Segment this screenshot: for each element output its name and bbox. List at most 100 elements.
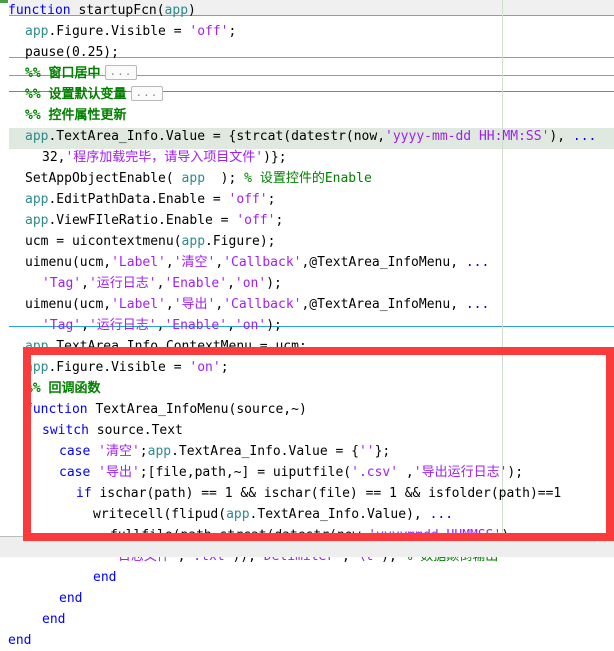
code-line-text: end: [0, 588, 82, 609]
code-line-text: app.TextArea_Info.Value = {strcat(datest…: [0, 126, 596, 147]
code-line[interactable]: 'Tag','运行日志','Enable','on');: [0, 273, 614, 294]
token-plain: );: [205, 171, 245, 186]
code-line[interactable]: ucm = uicontextmenu(app.Figure);: [0, 231, 614, 252]
code-line[interactable]: app.Figure.Visible = 'on';: [0, 357, 614, 378]
token-plain: ucm = uicontextmenu(: [25, 234, 182, 249]
matlab-code-editor[interactable]: function startupFcn(app) app.Figure.Visib…: [0, 0, 614, 648]
token-plain: ,: [227, 318, 235, 333]
token-str: 'Enable': [164, 318, 228, 333]
code-line[interactable]: switch source.Text: [0, 420, 614, 441]
code-line[interactable]: function TextArea_InfoMenu(source,~): [0, 399, 614, 420]
code-line[interactable]: SetAppObjectEnable( app ); % 设置控件的Enable: [0, 168, 614, 189]
code-line[interactable]: app.TextArea_Info.ContextMenu = ucm;: [0, 336, 614, 357]
code-line-text: end: [0, 609, 65, 630]
token-plain: };: [374, 444, 391, 459]
token-plain: ;: [275, 213, 284, 228]
token-plain: ,: [81, 318, 89, 333]
token-plain: .EditPathData.Enable =: [48, 192, 229, 207]
token-plain: ;: [220, 360, 229, 375]
token-prop: app: [147, 444, 172, 459]
token-str: '清空': [173, 255, 216, 270]
token-plain: ;: [139, 444, 148, 459]
token-str: '': [358, 444, 375, 459]
code-lines[interactable]: function startupFcn(app) app.Figure.Visib…: [0, 0, 614, 648]
token-kw: end: [93, 570, 117, 585]
token-plain: ;[file,path,~] = uiputfile(: [139, 465, 352, 480]
token-str: 'off': [228, 192, 268, 207]
token-str: 'Label': [111, 255, 166, 270]
code-line[interactable]: case '清空';app.TextArea_Info.Value = {''}…: [0, 441, 614, 462]
code-line-text: uimenu(ucm,'Label','导出','Callback',@Text…: [0, 294, 489, 315]
token-plain: ,: [81, 276, 89, 291]
token-plain: 32,: [42, 150, 66, 165]
token-kw: function: [8, 3, 71, 18]
token-plain: writecell(flipud(: [93, 507, 227, 522]
token-prop: app: [181, 234, 206, 249]
code-line[interactable]: %% 回调函数: [0, 378, 614, 399]
code-line[interactable]: uimenu(ucm,'Label','清空','Callback',@Text…: [0, 252, 614, 273]
token-plain: )};: [263, 150, 287, 165]
code-line[interactable]: app.Figure.Visible = 'off';: [0, 21, 614, 42]
code-line-text: 32,'程序加载完毕，请导入项目文件')};: [0, 147, 287, 168]
code-line[interactable]: %% 窗口居中...: [0, 63, 614, 84]
token-str: 'on': [234, 318, 267, 333]
token-str: 'Callback': [223, 255, 302, 270]
code-line-text: function TextArea_InfoMenu(source,~): [0, 399, 307, 420]
code-fold-token[interactable]: ...: [104, 65, 138, 80]
token-str: 'Callback': [223, 297, 302, 312]
code-line[interactable]: %% 控件属性更新: [0, 105, 614, 126]
code-line-text: %% 回调函数: [0, 378, 101, 399]
code-line[interactable]: app.TextArea_Info.Value = {strcat(datest…: [0, 126, 614, 147]
token-plain: .Figure);: [205, 234, 276, 249]
token-sect: 控件属性更新: [48, 108, 127, 123]
token-prop: app: [25, 24, 49, 39]
code-line[interactable]: app.ViewFIleRatio.Enable = 'off';: [0, 210, 614, 231]
code-line[interactable]: 32,'程序加载完毕，请导入项目文件')};: [0, 147, 614, 168]
token-plain: .TextArea_Info.Value = {strcat(datestr(n…: [48, 129, 386, 144]
code-line-text: app.Figure.Visible = 'on';: [0, 357, 229, 378]
token-plain: ;: [228, 24, 237, 39]
token-plain: .TextArea_Info.ContextMenu = ucm;: [48, 339, 307, 354]
token-plain: TextArea_InfoMenu(source,~): [87, 402, 307, 417]
token-kw: switch: [42, 423, 89, 438]
code-line-text: end: [0, 630, 31, 651]
token-prop: app: [164, 3, 189, 18]
token-cont: ...: [429, 507, 454, 522]
code-line[interactable]: writecell(flipud(app.TextArea_Info.Value…: [0, 504, 614, 525]
code-line-text: %% 窗口居中...: [0, 63, 138, 84]
token-sect: 回调函数: [48, 381, 101, 396]
token-plain: .Figure.Visible =: [48, 360, 190, 375]
code-line[interactable]: 'Tag','运行日志','Enable','on');: [0, 315, 614, 336]
code-fold-token[interactable]: ...: [130, 86, 164, 101]
code-line-text: %% 设置默认变量...: [0, 84, 164, 105]
code-line[interactable]: end: [0, 630, 614, 651]
code-line[interactable]: uimenu(ucm,'Label','导出','Callback',@Text…: [0, 294, 614, 315]
token-str: 'off': [236, 213, 276, 228]
code-line[interactable]: %% 设置默认变量...: [0, 84, 614, 105]
token-plain: ,: [398, 465, 414, 480]
code-line[interactable]: case '导出';[file,path,~] = uiputfile('.cs…: [0, 462, 614, 483]
code-line-text: app.TextArea_Info.ContextMenu = ucm;: [0, 336, 307, 357]
code-line-text: writecell(flipud(app.TextArea_Info.Value…: [0, 504, 453, 525]
code-line[interactable]: if ischar(path) == 1 && ischar(file) == …: [0, 483, 614, 504]
code-line-text: end: [0, 567, 116, 588]
code-line[interactable]: pause(0.25);: [0, 42, 614, 63]
code-line[interactable]: function startupFcn(app): [0, 0, 614, 21]
token-plain: .ViewFIleRatio.Enable =: [48, 213, 237, 228]
code-line[interactable]: end: [0, 588, 614, 609]
code-line-text: SetAppObjectEnable( app ); % 设置控件的Enable: [0, 168, 372, 189]
token-str: '导出': [173, 297, 216, 312]
token-plain: .TextArea_Info.Value),: [249, 507, 430, 522]
token-plain: ;: [267, 192, 276, 207]
token-plain: uimenu(ucm,: [25, 297, 112, 312]
code-line[interactable]: end: [0, 567, 614, 588]
code-line[interactable]: end: [0, 609, 614, 630]
token-str: '运行日志': [88, 276, 157, 291]
token-prop: app: [25, 339, 49, 354]
code-line[interactable]: app.EditPathData.Enable = 'off';: [0, 189, 614, 210]
token-str: 'Enable': [164, 276, 228, 291]
code-line-text: switch source.Text: [0, 420, 183, 441]
token-sect: %%: [25, 381, 49, 396]
token-plain: .TextArea_Info.Value = {: [171, 444, 359, 459]
